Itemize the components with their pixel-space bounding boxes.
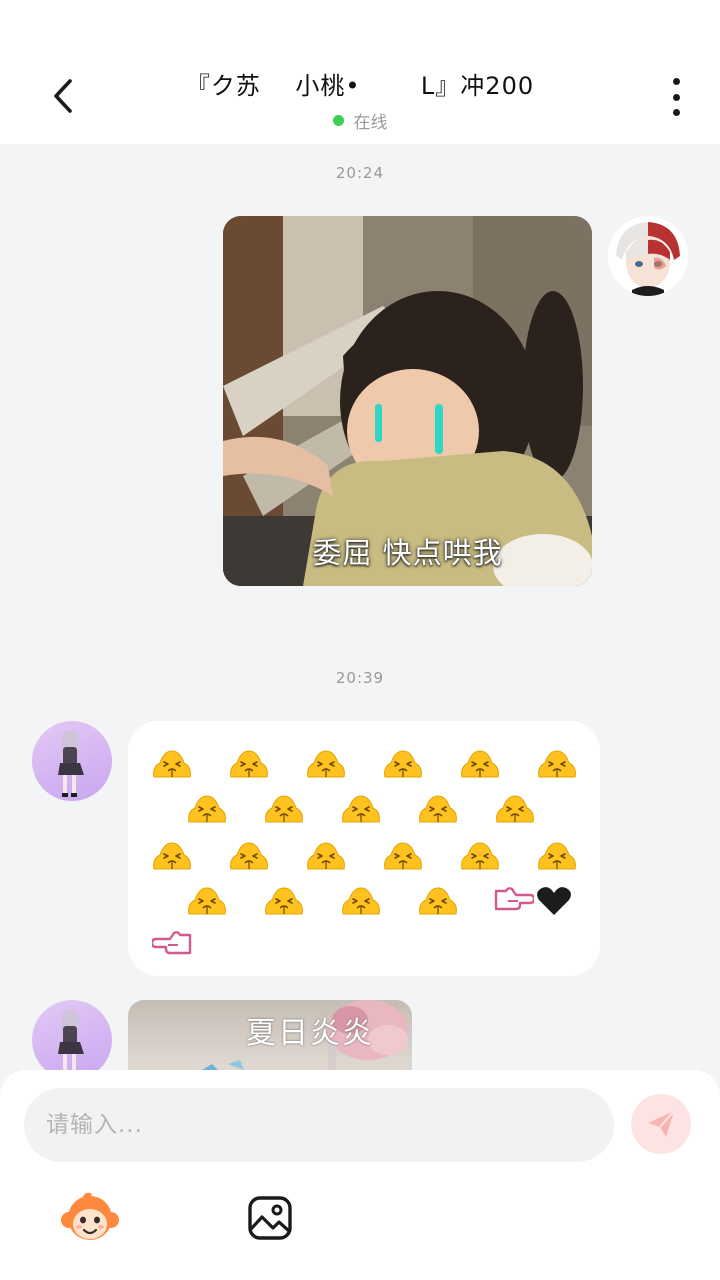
chick-emoji-icon <box>188 795 226 823</box>
chick-emoji-icon <box>153 842 191 870</box>
message-timestamp: 20:39 <box>335 669 385 687</box>
sticker-button[interactable] <box>59 1187 121 1249</box>
point-right-icon <box>494 887 534 911</box>
chick-emoji-icon <box>188 887 226 915</box>
message-timestamp: 20:24 <box>335 164 385 182</box>
send-icon <box>648 1110 675 1137</box>
chat-header: 『ク苏 小桃• L』冲200 在线 <box>0 0 720 144</box>
chick-emoji-icon <box>342 795 380 823</box>
chick-emoji-icon <box>307 750 345 778</box>
chick-emoji-icon <box>230 842 268 870</box>
photo-overlay-text: 夏日炎炎 <box>246 1016 374 1051</box>
chick-emoji-icon <box>230 750 268 778</box>
contact-avatar[interactable] <box>32 721 112 801</box>
message-input[interactable] <box>24 1088 614 1162</box>
self-avatar[interactable] <box>608 216 688 296</box>
emoji-message-bubble[interactable] <box>128 721 600 976</box>
image-picker-button[interactable] <box>239 1187 301 1249</box>
status-label: 在线 <box>353 113 388 133</box>
chick-emoji-icon <box>342 887 380 915</box>
more-vertical-icon <box>672 78 680 85</box>
chick-emoji-icon <box>265 887 303 915</box>
chick-emoji-icon <box>496 795 534 823</box>
heart-icon <box>537 887 571 915</box>
chick-emoji-icon <box>153 750 191 778</box>
monkey-sticker-icon <box>61 1192 119 1240</box>
chick-emoji-icon <box>538 750 576 778</box>
online-dot-icon <box>332 115 344 126</box>
point-left-icon <box>152 931 192 955</box>
anime-girl-avatar-image <box>58 730 84 797</box>
chick-emoji-icon <box>461 842 499 870</box>
contact-avatar[interactable] <box>32 1000 112 1080</box>
send-button[interactable] <box>631 1094 691 1154</box>
chat-title: 『ク苏 小桃• L』冲200 <box>185 72 535 100</box>
chick-emoji-icon <box>384 750 422 778</box>
message-composer <box>0 1070 720 1280</box>
image-icon <box>248 1196 292 1240</box>
chick-emoji-icon <box>265 795 303 823</box>
more-options-button[interactable] <box>666 78 686 116</box>
chick-emoji-icon <box>461 750 499 778</box>
sent-image-message[interactable]: 委屈 快点哄我 <box>223 216 592 586</box>
chick-emoji-icon <box>419 795 457 823</box>
chick-emoji-icon <box>538 842 576 870</box>
chick-emoji-icon <box>419 887 457 915</box>
meme-caption: 委屈 快点哄我 <box>312 536 503 570</box>
anime-girl-avatar-image <box>58 1009 84 1074</box>
anime-boy-avatar-image <box>608 216 688 296</box>
chick-emoji-icon <box>307 842 345 870</box>
online-status: 在线 <box>0 108 720 133</box>
chick-emoji-icon <box>384 842 422 870</box>
